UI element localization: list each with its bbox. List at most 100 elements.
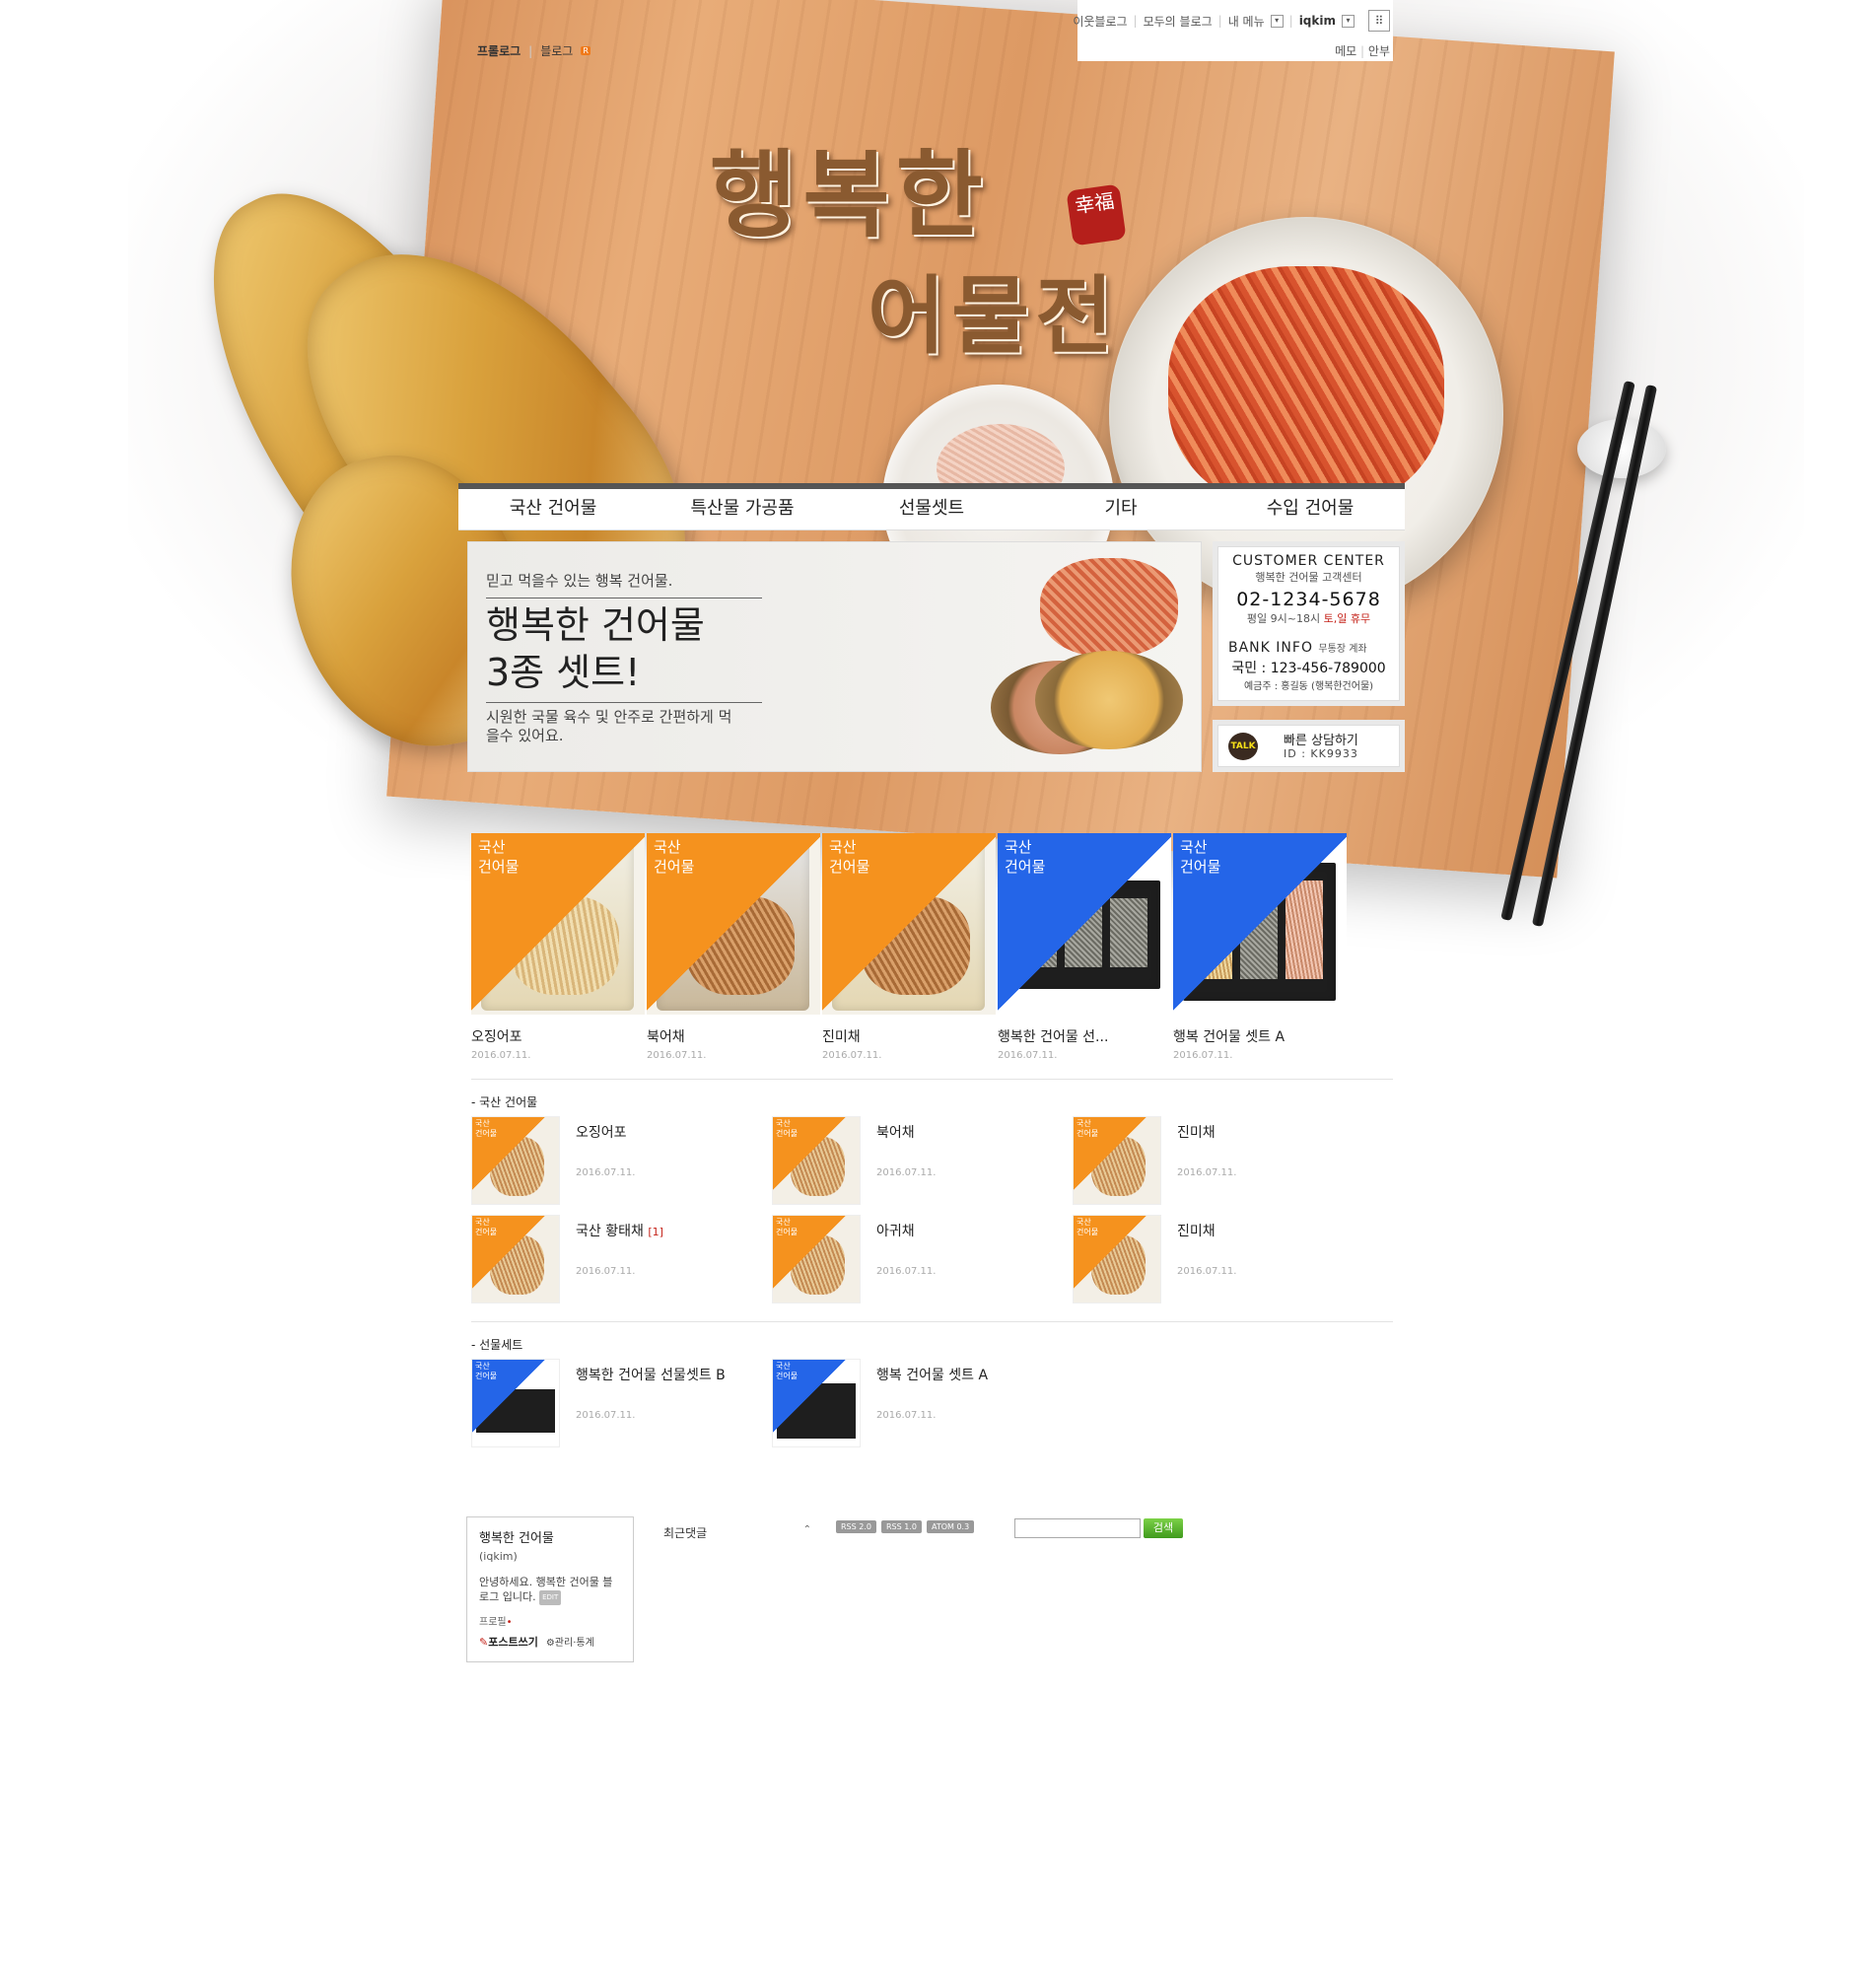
post-title[interactable]: 북어채 bbox=[876, 1122, 936, 1142]
guestbook-link[interactable]: 안부 bbox=[1368, 44, 1390, 58]
dried-shrimp-image bbox=[1040, 558, 1178, 657]
blog-tabs: 프롤로그 | 블로그 R bbox=[477, 42, 591, 59]
list-item[interactable]: 국산 건어물 국산 황태채 [1] 2016.07.11. bbox=[471, 1215, 772, 1303]
category-badge: 국산 건어물 bbox=[776, 1218, 799, 1236]
app-grid-icon[interactable]: ⠿ bbox=[1368, 10, 1390, 32]
post-thumbnail[interactable]: 국산 건어물 bbox=[1073, 1116, 1161, 1205]
nav-item-etc[interactable]: 기타 bbox=[1026, 489, 1216, 529]
quick-consult-label: 빠른 상담하기 bbox=[1284, 734, 1358, 748]
featured-post[interactable]: 국산 건어물 오징어포 2016.07.11. bbox=[471, 833, 647, 1061]
category-badge: 국산 건어물 bbox=[475, 1362, 498, 1380]
rss1-button[interactable]: RSS 1.0 bbox=[880, 1520, 922, 1533]
post-date: 2016.07.11. bbox=[822, 1050, 882, 1061]
user-id-link[interactable]: iqkim bbox=[1299, 14, 1336, 28]
list-item[interactable]: 국산 건어물 북어채 2016.07.11. bbox=[772, 1116, 1073, 1205]
chevron-up-icon[interactable]: ⌃ bbox=[803, 1524, 811, 1535]
rss2-button[interactable]: RSS 2.0 bbox=[836, 1520, 876, 1533]
post-thumbnail[interactable]: 국산 건어물 bbox=[471, 1116, 560, 1205]
kakao-talk-consult[interactable]: TALK 빠른 상담하기 ID : KK9933 bbox=[1213, 720, 1405, 772]
profile-link[interactable]: 프로필• bbox=[479, 1613, 621, 1628]
post-title[interactable]: 오징어포 bbox=[471, 1026, 647, 1046]
post-title[interactable]: 진미채 bbox=[1177, 1122, 1236, 1142]
post-content: 국산 건어물 오징어포 2016.07.11. 국산 건어물 북어채 2016.… bbox=[471, 833, 1393, 1447]
post-title[interactable]: 행복한 건어물 선물셋트 B bbox=[576, 1365, 726, 1384]
post-thumbnail[interactable]: 국산 건어물 bbox=[772, 1359, 861, 1447]
neighbor-blog-link[interactable]: 이웃블로그 bbox=[1073, 13, 1127, 30]
happiness-seal-logo: 幸福 bbox=[1066, 183, 1127, 246]
edit-button[interactable]: EDIT bbox=[539, 1589, 562, 1605]
recent-comments-label: 최근댓글 bbox=[663, 1526, 708, 1540]
post-thumbnail[interactable]: 국산 건어물 bbox=[647, 833, 820, 1015]
post-date: 2016.07.11. bbox=[876, 1167, 937, 1178]
category-badge: 국산 건어물 bbox=[776, 1119, 799, 1138]
profile-id: (iqkim) bbox=[479, 1550, 518, 1563]
nav-item-specialty[interactable]: 특산물 가공품 bbox=[648, 489, 837, 529]
list-item[interactable]: 국산 건어물 진미채 2016.07.11. bbox=[1073, 1215, 1373, 1303]
promo-banner[interactable]: 믿고 먹을수 있는 행복 건어물. 행복한 건어물 3종 셋트! 시원한 국물 … bbox=[467, 541, 1202, 772]
nav-item-imported[interactable]: 수입 건어물 bbox=[1216, 489, 1405, 529]
post-thumbnail[interactable]: 국산 건어물 bbox=[471, 1215, 560, 1303]
post-title[interactable]: 진미채 bbox=[1177, 1221, 1236, 1240]
profile-name[interactable]: 행복한 건어물 bbox=[479, 1527, 621, 1546]
banner-headline-line2: 3종 셋트! bbox=[486, 651, 641, 694]
list-item[interactable]: 국산 건어물 행복 건어물 셋트 A 2016.07.11. bbox=[772, 1359, 1073, 1447]
my-menu-link[interactable]: 내 메뉴 bbox=[1228, 13, 1265, 30]
tab-prologue[interactable]: 프롤로그 bbox=[477, 42, 521, 59]
section-title-gift-set[interactable]: - 선물세트 bbox=[471, 1336, 1393, 1353]
featured-post[interactable]: 국산 건어물 북어채 2016.07.11. bbox=[647, 833, 822, 1061]
chevron-down-icon[interactable]: ▾ bbox=[1270, 14, 1284, 28]
category-badge: 국산 건어물 bbox=[776, 1362, 799, 1380]
profile-intro: 안녕하세요. 행복한 건어물 블로그 입니다. EDIT bbox=[479, 1576, 613, 1605]
manage-stats-link[interactable]: ⚙관리·통계 bbox=[546, 1634, 594, 1650]
post-thumbnail[interactable]: 국산 건어물 bbox=[822, 833, 996, 1015]
featured-post[interactable]: 국산 건어물 진미채 2016.07.11. bbox=[822, 833, 998, 1061]
post-thumbnail[interactable]: 국산 건어물 bbox=[998, 833, 1171, 1015]
recent-comments-widget[interactable]: 최근댓글 ⌃ bbox=[663, 1524, 811, 1541]
nav-item-gift-set[interactable]: 선물셋트 bbox=[837, 489, 1026, 529]
post-date: 2016.07.11. bbox=[998, 1050, 1058, 1061]
post-title[interactable]: 행복 건어물 셋트 A bbox=[1173, 1026, 1349, 1046]
nav-item-domestic[interactable]: 국산 건어물 bbox=[458, 489, 648, 529]
post-title[interactable]: 진미채 bbox=[822, 1026, 998, 1046]
post-title[interactable]: 국산 황태채 [1] bbox=[576, 1221, 663, 1240]
gear-icon: ⚙ bbox=[545, 1637, 555, 1649]
all-blogs-link[interactable]: 모두의 블로그 bbox=[1144, 13, 1213, 30]
post-thumbnail[interactable]: 국산 건어물 bbox=[772, 1116, 861, 1205]
rss-icon[interactable]: R bbox=[581, 46, 591, 55]
profile-actions: ✎포스트쓰기 ⚙관리·통계 bbox=[479, 1634, 621, 1650]
list-item[interactable]: 국산 건어물 아귀채 2016.07.11. bbox=[772, 1215, 1073, 1303]
post-date: 2016.07.11. bbox=[876, 1266, 937, 1277]
list-item[interactable]: 국산 건어물 진미채 2016.07.11. bbox=[1073, 1116, 1373, 1205]
post-title[interactable]: 오징어포 bbox=[576, 1122, 635, 1142]
separator: | bbox=[1217, 14, 1222, 28]
category-nav: 국산 건어물 특산물 가공품 선물셋트 기타 수입 건어물 bbox=[458, 483, 1405, 530]
post-title[interactable]: 행복한 건어물 선... bbox=[998, 1026, 1173, 1046]
divider bbox=[486, 598, 762, 599]
post-thumbnail[interactable]: 국산 건어물 bbox=[471, 1359, 560, 1447]
search-input[interactable] bbox=[1014, 1518, 1141, 1538]
comment-count[interactable]: [1] bbox=[648, 1226, 663, 1238]
featured-post[interactable]: 국산 건어물 행복 건어물 셋트 A 2016.07.11. bbox=[1173, 833, 1349, 1061]
post-title[interactable]: 행복 건어물 셋트 A bbox=[876, 1365, 988, 1384]
section-title-domestic[interactable]: - 국산 건어물 bbox=[471, 1093, 1393, 1110]
post-date: 2016.07.11. bbox=[1177, 1266, 1237, 1277]
tab-blog[interactable]: 블로그 bbox=[540, 42, 573, 59]
list-item[interactable]: 국산 건어물 행복한 건어물 선물셋트 B 2016.07.11. bbox=[471, 1359, 772, 1447]
post-title[interactable]: 아귀채 bbox=[876, 1221, 936, 1240]
post-thumbnail[interactable]: 국산 건어물 bbox=[1173, 833, 1347, 1015]
post-thumbnail[interactable]: 국산 건어물 bbox=[471, 833, 645, 1015]
chevron-down-icon[interactable]: ▾ bbox=[1342, 14, 1355, 28]
memo-link[interactable]: 메모 bbox=[1335, 44, 1356, 58]
write-post-link[interactable]: ✎포스트쓰기 bbox=[479, 1634, 538, 1650]
post-thumbnail[interactable]: 국산 건어물 bbox=[772, 1215, 861, 1303]
post-title[interactable]: 북어채 bbox=[647, 1026, 822, 1046]
post-thumbnail[interactable]: 국산 건어물 bbox=[1073, 1215, 1161, 1303]
category-badge: 국산 건어물 bbox=[829, 838, 870, 876]
search-button[interactable]: 검색 bbox=[1144, 1518, 1183, 1538]
featured-post[interactable]: 국산 건어물 행복한 건어물 선... 2016.07.11. bbox=[998, 833, 1173, 1061]
atom-button[interactable]: ATOM 0.3 bbox=[926, 1520, 975, 1533]
category-badge: 국산 건어물 bbox=[478, 838, 520, 876]
blog-title-line1: 행복한 bbox=[710, 139, 989, 250]
list-item[interactable]: 국산 건어물 오징어포 2016.07.11. bbox=[471, 1116, 772, 1205]
business-hours: 평일 9시~18시 토,일 휴무 bbox=[1246, 612, 1371, 625]
